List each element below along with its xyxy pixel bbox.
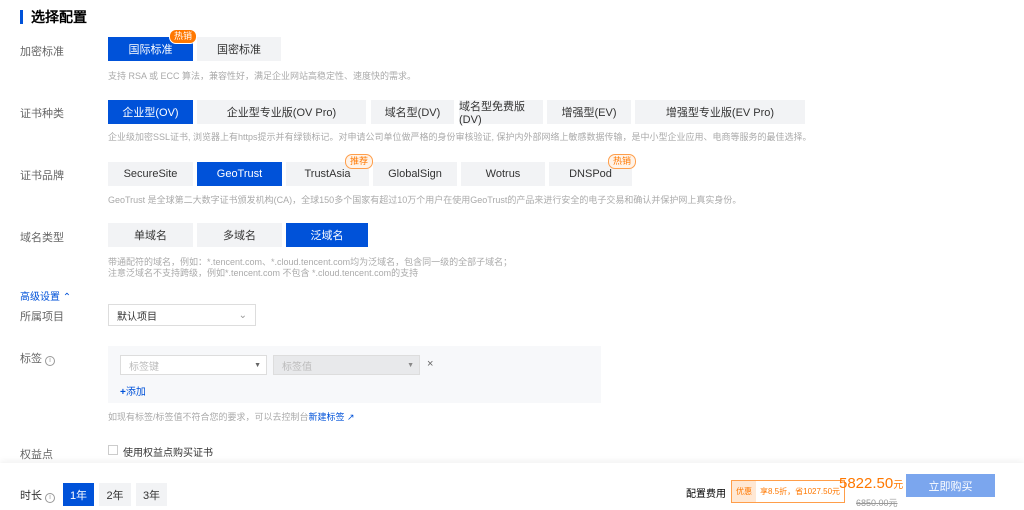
brand-wotrus[interactable]: Wotrus <box>461 162 545 186</box>
brand-securesite[interactable]: SecureSite <box>108 162 193 186</box>
encryption-label: 加密标准 <box>20 46 64 58</box>
points-label: 权益点 <box>20 449 53 461</box>
price-label: 配置费用 <box>686 489 726 500</box>
cert-type-ev-pro[interactable]: 增强型专业版(EV Pro) <box>635 100 805 124</box>
brand-trustasia[interactable]: TrustAsia 推荐 <box>286 154 373 186</box>
points-checkbox[interactable] <box>108 445 118 455</box>
chevron-down-icon: ⌄ <box>238 309 247 321</box>
points-checkbox-label: 使用权益点购买证书 <box>123 448 213 459</box>
promo-tag: 优惠 <box>732 481 756 502</box>
recommend-badge: 推荐 <box>344 154 373 169</box>
add-tag-label: 添加 <box>125 387 146 398</box>
advanced-settings-toggle[interactable]: 高级设置 ⌃ <box>20 288 71 303</box>
caret-down-icon: ▼ <box>254 361 261 369</box>
tag-key-placeholder: 标签键 <box>129 361 159 373</box>
option-national[interactable]: 国密标准 <box>197 37 281 61</box>
cert-type-desc: 企业级加密SSL证书, 浏览器上有https提示并有绿锁标记。对申请公司单位做严… <box>108 132 812 142</box>
tag-key-select[interactable]: 标签键 ▼ <box>120 355 267 375</box>
domain-single[interactable]: 单域名 <box>108 223 193 247</box>
hot-badge: 热销 <box>168 29 197 44</box>
cert-type-ev[interactable]: 增强型(EV) <box>547 100 631 124</box>
tags-hint: 如现有标签/标签值不符合您的要求，可以去控制台新建标签 ↗ <box>108 412 355 422</box>
duration-label: 时长 i <box>20 487 56 503</box>
project-value: 默认项目 <box>117 311 157 323</box>
chevron-up-icon: ⌃ <box>62 292 72 303</box>
project-select[interactable]: 默认项目 ⌄ <box>108 304 256 326</box>
tags-label: 标签 i <box>20 350 56 366</box>
project-label: 所属项目 <box>20 311 64 323</box>
brand-globalsign[interactable]: GlobalSign <box>373 162 457 186</box>
bottom-bar: 时长 i 1年 2年 3年 配置费用 优惠 享8.5折，省1027.50元 58… <box>0 463 1024 510</box>
brand-dnspod[interactable]: DNSPod 热销 <box>549 154 636 186</box>
cert-type-ov-pro[interactable]: 企业型专业版(OV Pro) <box>197 100 366 124</box>
duration-3y[interactable]: 3年 <box>136 483 167 506</box>
domain-desc-1: 带通配符的域名，例如：*.tencent.com、*.cloud.tencent… <box>108 257 513 267</box>
advanced-label: 高级设置 <box>20 292 60 303</box>
tags-panel: 标签键 ▼ 标签值 ▼ × +添加 <box>108 346 601 403</box>
cert-type-dv-free[interactable]: 域名型免费版(DV) <box>459 100 543 126</box>
domain-multi[interactable]: 多域名 <box>197 223 282 247</box>
new-tag-link[interactable]: 新建标签 <box>309 412 345 422</box>
info-icon: i <box>45 356 56 366</box>
remove-tag-icon[interactable]: × <box>427 358 433 370</box>
info-icon: i <box>45 493 56 503</box>
buy-now-button[interactable]: 立即购买 <box>906 474 995 497</box>
domain-wildcard[interactable]: 泛域名 <box>286 223 368 247</box>
domain-desc-2: 注意泛域名不支持跨级，例如*.tencent.com 不包含 *.cloud.t… <box>108 268 419 278</box>
domain-type-label: 域名类型 <box>20 232 64 244</box>
tag-value-placeholder: 标签值 <box>282 361 312 373</box>
cert-type-dv[interactable]: 域名型(DV) <box>371 100 454 124</box>
encryption-desc: 支持 RSA 或 ECC 算法，兼容性好，满足企业网站高稳定性、速度快的需求。 <box>108 71 417 81</box>
brand-label: 证书品牌 <box>20 170 64 182</box>
duration-1y[interactable]: 1年 <box>63 483 94 506</box>
cert-type-label: 证书种类 <box>20 108 64 120</box>
tag-value-select[interactable]: 标签值 ▼ <box>273 355 420 375</box>
original-price: 6850.00元 <box>856 498 898 508</box>
duration-2y[interactable]: 2年 <box>99 483 131 506</box>
caret-down-icon: ▼ <box>407 361 414 369</box>
cert-type-ov[interactable]: 企业型(OV) <box>108 100 193 124</box>
promo-text: 享8.5折，省1027.50元 <box>760 487 841 496</box>
option-label: TrustAsia <box>304 168 351 180</box>
brand-geotrust[interactable]: GeoTrust <box>197 162 282 186</box>
price-amount: 5822.50元 <box>839 475 904 492</box>
hot-badge: 热销 <box>607 154 636 169</box>
page-title: 选择配置 <box>20 10 87 24</box>
brand-desc: GeoTrust 是全球第二大数字证书颁发机构(CA)，全球150多个国家有超过… <box>108 195 742 205</box>
option-label: DNSPod <box>569 168 612 180</box>
promo-box: 优惠 享8.5折，省1027.50元 <box>731 480 846 503</box>
option-label: 国际标准 <box>128 44 173 56</box>
external-link-icon: ↗ <box>347 412 355 422</box>
option-international[interactable]: 国际标准 热销 <box>108 29 197 61</box>
add-tag-button[interactable]: +添加 <box>120 383 146 398</box>
